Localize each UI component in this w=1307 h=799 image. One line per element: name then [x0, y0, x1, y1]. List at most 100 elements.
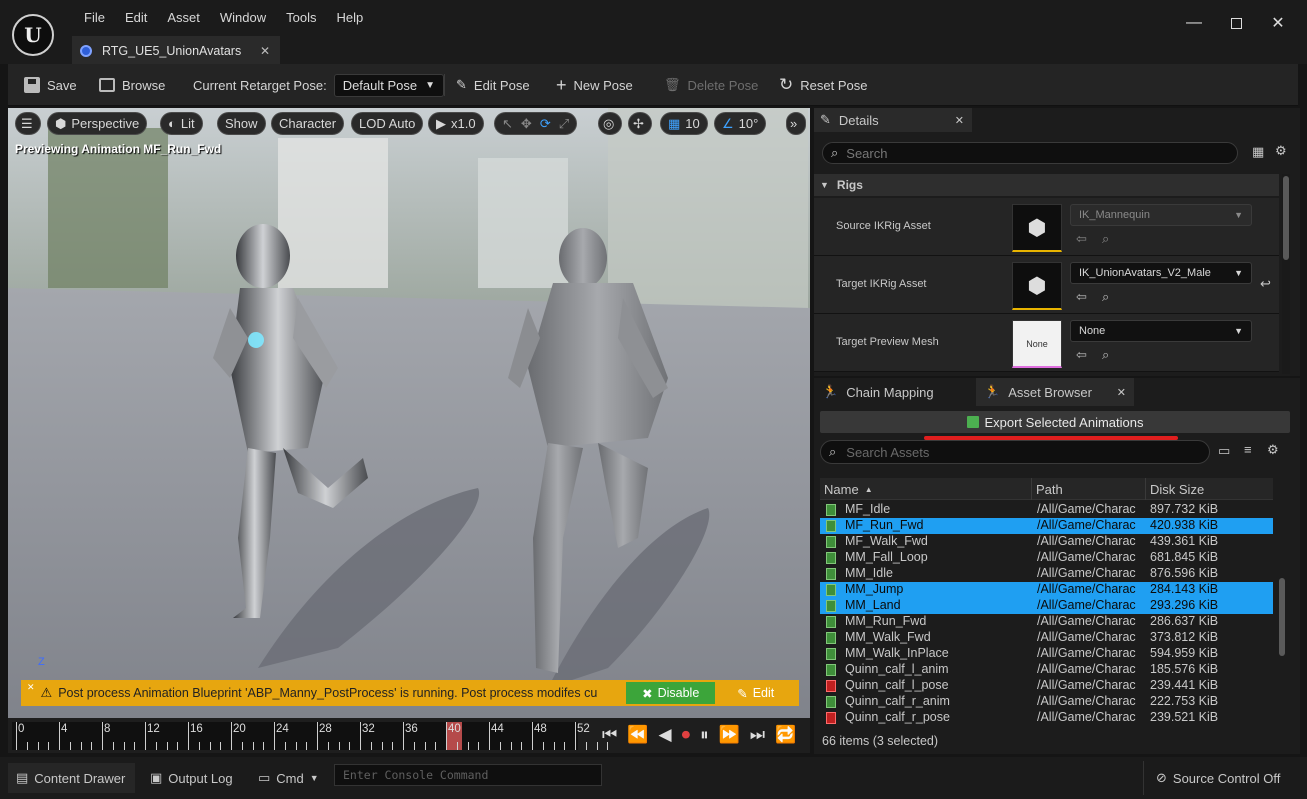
asset-row[interactable]: Quinn_calf_r_pose/All/Game/Charac 239.521…: [820, 710, 1273, 724]
asset-row[interactable]: MM_Land/All/Game/Charac 293.296 KiB: [820, 598, 1273, 614]
preview-viewport[interactable]: ☰ ⬢ Perspective ◐ Lit Show Character LOD…: [8, 108, 810, 753]
use-selected-icon[interactable]: ⇦: [1076, 347, 1087, 363]
content-drawer-button[interactable]: ▤ Content Drawer: [8, 763, 135, 793]
show-button[interactable]: Show: [217, 112, 266, 135]
preview-mesh-thumbnail[interactable]: None: [1012, 320, 1062, 368]
asset-row[interactable]: MM_Fall_Loop/All/Game/Charac 681.845 KiB: [820, 550, 1273, 566]
record-icon[interactable]: ⏺: [682, 725, 691, 745]
playback-speed-button[interactable]: ▶ x1.0: [428, 112, 484, 135]
timeline-scrubber[interactable]: 0 4 8 12 16 20 24 28 32 36 40 44 48 52: [12, 722, 609, 750]
play-reverse-icon[interactable]: ◀: [658, 725, 671, 745]
asset-row[interactable]: MM_Walk_InPlace/All/Game/Charac 594.959 K…: [820, 646, 1273, 662]
tab-asset-browser[interactable]: 🏃 Asset Browser ✕: [976, 378, 1134, 406]
select-icon[interactable]: ↖: [502, 116, 513, 132]
tab-chain-mapping[interactable]: 🏃 Chain Mapping: [814, 378, 974, 406]
new-pose-button[interactable]: + New Pose: [556, 64, 633, 106]
details-search-input[interactable]: Search: [846, 146, 887, 161]
reset-to-default-icon[interactable]: ↩: [1260, 276, 1271, 292]
asset-search[interactable]: ⌕ Search Assets: [820, 440, 1210, 464]
details-search[interactable]: ⌕ Search: [822, 142, 1238, 164]
asset-row[interactable]: MF_Idle/All/Game/Charac 897.732 KiB: [820, 502, 1273, 518]
use-selected-icon[interactable]: ⇦: [1076, 231, 1087, 247]
lit-button[interactable]: ◐ Lit: [160, 112, 203, 135]
disable-button[interactable]: ✖ Disable: [626, 682, 716, 704]
asset-row[interactable]: MF_Walk_Fwd/All/Game/Charac 439.361 KiB: [820, 534, 1273, 550]
menu-asset[interactable]: Asset: [157, 10, 210, 25]
skip-to-end-icon[interactable]: ⏭: [750, 725, 765, 745]
asset-row[interactable]: MM_Run_Fwd/All/Game/Charac 286.637 KiB: [820, 614, 1273, 630]
maximize-button[interactable]: [1216, 8, 1256, 38]
target-ikrig-dropdown[interactable]: IK_UnionAvatars_V2_Male ▼: [1070, 262, 1252, 284]
move-icon[interactable]: ✥: [521, 116, 532, 132]
surface-snap-button[interactable]: ✢: [628, 112, 652, 135]
asset-row[interactable]: Quinn_calf_l_pose/All/Game/Charac 239.441…: [820, 678, 1273, 694]
menu-help[interactable]: Help: [326, 10, 373, 25]
source-ikrig-dropdown[interactable]: IK_Mannequin ▼: [1070, 204, 1252, 226]
browse-asset-icon[interactable]: ⌕: [1102, 347, 1109, 363]
save-button[interactable]: Save: [24, 64, 77, 106]
menu-file[interactable]: File: [74, 10, 115, 25]
grid-snap-button[interactable]: ▦ 10: [660, 112, 708, 135]
close-tab-icon[interactable]: ✕: [955, 114, 964, 127]
lod-button[interactable]: LOD Auto: [351, 112, 424, 135]
step-back-icon[interactable]: ⏪: [627, 725, 648, 745]
local-space-button[interactable]: ◎: [598, 112, 622, 135]
asset-row[interactable]: MM_Idle/All/Game/Charac 876.596 KiB: [820, 566, 1273, 582]
minimize-button[interactable]: —: [1174, 8, 1214, 38]
close-window-button[interactable]: ✕: [1258, 8, 1298, 38]
use-selected-icon[interactable]: ⇦: [1076, 289, 1087, 305]
asset-row[interactable]: Quinn_calf_r_anim/All/Game/Charac 222.753…: [820, 694, 1273, 710]
edit-pose-button[interactable]: ✎ Edit Pose: [456, 64, 530, 106]
step-forward-icon[interactable]: ⏩: [719, 725, 740, 745]
document-tab[interactable]: RTG_UE5_UnionAvatars ✕: [72, 36, 280, 64]
dismiss-warning-icon[interactable]: ✕: [27, 682, 35, 693]
loop-icon[interactable]: 🔁: [775, 725, 796, 745]
viewport-menu-button[interactable]: ☰: [15, 112, 41, 135]
asset-row[interactable]: Quinn_calf_l_anim/All/Game/Charac 185.576…: [820, 662, 1273, 678]
column-disk-size[interactable]: Disk Size: [1146, 478, 1273, 500]
target-ikrig-thumbnail[interactable]: ⬢: [1012, 262, 1062, 310]
browse-asset-icon[interactable]: ⌕: [1102, 231, 1109, 247]
asset-search-input[interactable]: Search Assets: [846, 445, 929, 460]
console-input[interactable]: Enter Console Command: [334, 764, 602, 786]
folder-icon[interactable]: ▭: [1218, 443, 1230, 459]
gear-icon[interactable]: ⚙: [1275, 143, 1287, 159]
scale-icon[interactable]: ⤢: [559, 116, 569, 132]
close-tab-icon[interactable]: ✕: [260, 44, 270, 58]
close-tab-icon[interactable]: ✕: [1117, 386, 1126, 399]
output-log-button[interactable]: ▣ Output Log: [144, 763, 233, 793]
filter-icon[interactable]: ≡: [1244, 442, 1252, 457]
table-view-icon[interactable]: ▦: [1252, 144, 1264, 160]
asset-row[interactable]: MM_Walk_Fwd/All/Game/Charac 373.812 KiB: [820, 630, 1273, 646]
preview-mesh-dropdown[interactable]: None ▼: [1070, 320, 1252, 342]
asset-row[interactable]: MF_Run_Fwd/All/Game/Charac 420.938 KiB: [820, 518, 1273, 534]
rotate-icon[interactable]: ⟳: [540, 116, 551, 132]
column-name[interactable]: Name ▲: [820, 478, 1032, 500]
browse-asset-icon[interactable]: ⌕: [1102, 289, 1109, 305]
menu-window[interactable]: Window: [210, 10, 276, 25]
perspective-button[interactable]: ⬢ Perspective: [47, 112, 148, 135]
reset-pose-button[interactable]: ↻ Reset Pose: [779, 64, 867, 106]
retarget-pose-dropdown[interactable]: Default Pose ▼: [333, 73, 445, 97]
rigs-section-header[interactable]: ▼ Rigs: [814, 174, 1279, 196]
gear-icon[interactable]: ⚙: [1267, 442, 1279, 458]
angle-snap-button[interactable]: ∠ 10°: [714, 112, 767, 135]
delete-pose-button[interactable]: 🗑 Delete Pose: [664, 64, 758, 106]
source-ikrig-thumbnail[interactable]: ⬢: [1012, 204, 1062, 252]
asset-row[interactable]: MM_Jump/All/Game/Charac 284.143 KiB: [820, 582, 1273, 598]
pause-icon[interactable]: ⏸: [700, 725, 709, 745]
source-control-button[interactable]: ⊘ Source Control Off: [1143, 761, 1298, 795]
export-animations-button[interactable]: Export Selected Animations: [820, 411, 1290, 433]
column-path[interactable]: Path: [1032, 478, 1146, 500]
browse-button[interactable]: Browse: [99, 64, 165, 106]
details-scrollbar-thumb[interactable]: [1283, 176, 1289, 260]
unreal-logo-icon[interactable]: U: [12, 14, 54, 56]
edit-blueprint-button[interactable]: ✎ Edit: [737, 686, 774, 701]
details-scrollbar[interactable]: [1282, 174, 1290, 374]
menu-edit[interactable]: Edit: [115, 10, 157, 25]
more-options-button[interactable]: »: [786, 112, 806, 135]
cmd-dropdown[interactable]: ▭ Cmd ▼: [252, 763, 319, 793]
details-tab[interactable]: ✎ Details ✕: [814, 108, 972, 132]
character-button[interactable]: Character: [271, 112, 345, 135]
menu-tools[interactable]: Tools: [276, 10, 326, 25]
